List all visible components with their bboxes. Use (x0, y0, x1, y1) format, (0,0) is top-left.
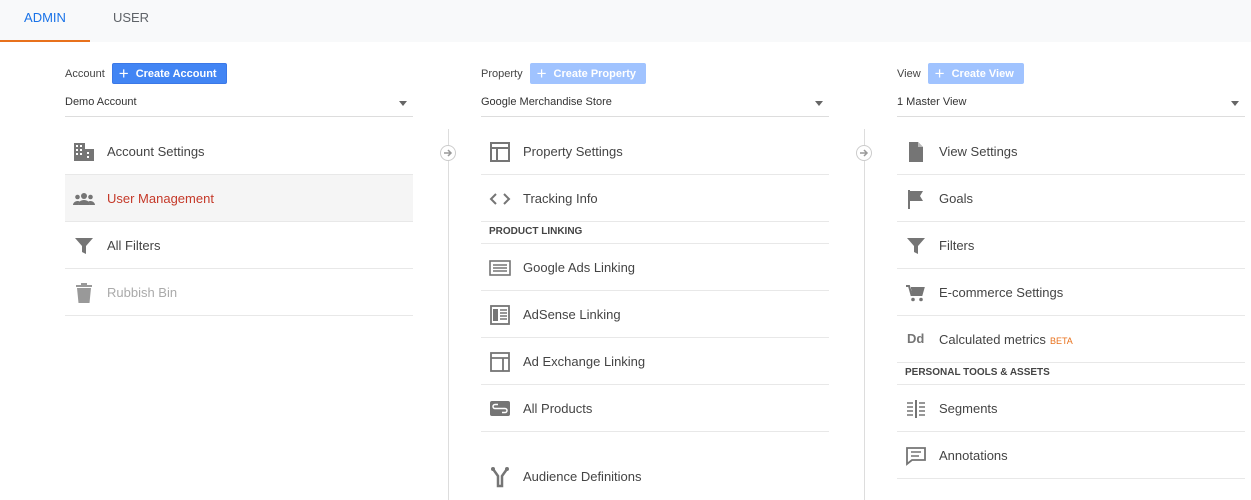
all-products-label: All Products (523, 401, 593, 416)
document-icon (909, 142, 923, 162)
column-divider (864, 129, 865, 500)
ad-exchange-linking-label: Ad Exchange Linking (523, 354, 646, 369)
account-column: Account + Create Account Demo Account Ac… (65, 42, 413, 500)
view-column: View + Create View 1 Master View View Se… (897, 42, 1245, 500)
ecommerce-settings-label: E-commerce Settings (939, 285, 1064, 300)
plus-icon: + (934, 64, 945, 83)
property-label: Property (481, 67, 523, 80)
property-menu: Property Settings Tracking Info PRODUCT … (481, 128, 829, 500)
personal-tools-header: PERSONAL TOOLS & ASSETS (897, 363, 1245, 385)
tab-admin[interactable]: ADMIN (0, 0, 90, 42)
property-header: Property + Create Property (481, 63, 647, 84)
chevron-down-icon (399, 101, 407, 106)
all-filters-label: All Filters (107, 238, 161, 253)
account-selector-value: Demo Account (65, 96, 137, 108)
property-settings-item[interactable]: Property Settings (481, 128, 829, 175)
building-icon (74, 143, 94, 161)
adexchange-icon (490, 352, 510, 372)
all-filters-item[interactable]: All Filters (65, 222, 413, 269)
user-management-label: User Management (107, 191, 214, 206)
layout-icon (490, 142, 510, 162)
view-header: View + Create View (897, 63, 1024, 84)
beta-badge: BETA (1049, 336, 1073, 346)
calculated-metrics-text: Calculated metrics BETA (939, 332, 1073, 347)
filter-icon (75, 238, 93, 254)
link-icon (490, 401, 510, 416)
audience-definitions-label: Audience Definitions (523, 469, 642, 484)
people-icon (73, 193, 95, 205)
product-linking-header: PRODUCT LINKING (481, 222, 829, 244)
create-view-button[interactable]: + Create View (927, 63, 1024, 84)
personal-tools-title: PERSONAL TOOLS & ASSETS (905, 367, 1050, 378)
rubbish-bin-label: Rubbish Bin (107, 285, 178, 300)
code-icon (489, 193, 511, 205)
tracking-info-item[interactable]: Tracking Info (481, 175, 829, 222)
view-menu: View Settings Goals Filters E-commerce S… (897, 128, 1245, 479)
ads-icon (489, 260, 511, 276)
adsense-linking-label: AdSense Linking (523, 307, 621, 322)
goals-item[interactable]: Goals (897, 175, 1245, 222)
filters-label: Filters (939, 238, 975, 253)
create-property-label: Create Property (553, 67, 637, 80)
dd-icon: Dd (907, 331, 925, 346)
calculated-metrics-label: Calculated metrics (939, 332, 1046, 347)
calculated-metrics-item[interactable]: Dd Calculated metrics BETA (897, 316, 1245, 363)
account-selector[interactable]: Demo Account (65, 94, 413, 117)
create-property-button[interactable]: + Create Property (529, 63, 647, 84)
account-header: Account + Create Account (65, 63, 227, 84)
chevron-down-icon (815, 101, 823, 106)
tab-user[interactable]: USER (90, 0, 172, 42)
adsense-icon (490, 305, 510, 325)
ad-exchange-linking-item[interactable]: Ad Exchange Linking (481, 338, 829, 385)
account-menu: Account Settings User Management All Fil… (65, 128, 413, 316)
cart-icon (906, 285, 925, 302)
segments-item[interactable]: Segments (897, 385, 1245, 432)
audience-definitions-item[interactable]: Audience Definitions (481, 432, 829, 500)
user-management-item[interactable]: User Management (65, 175, 413, 222)
flag-icon (908, 190, 923, 209)
trash-icon (76, 283, 92, 303)
create-view-label: Create View (951, 67, 1014, 80)
top-tab-bar: ADMIN USER (0, 0, 1251, 42)
account-settings-label: Account Settings (107, 144, 205, 159)
view-settings-label: View Settings (939, 144, 1018, 159)
comment-icon (906, 447, 926, 466)
plus-icon: + (118, 64, 129, 83)
account-settings-item[interactable]: Account Settings (65, 128, 413, 175)
product-linking-title: PRODUCT LINKING (489, 226, 583, 237)
arrow-right-icon (856, 145, 872, 161)
google-ads-linking-label: Google Ads Linking (523, 260, 636, 275)
ecommerce-settings-item[interactable]: E-commerce Settings (897, 269, 1245, 316)
create-account-label: Create Account (135, 67, 217, 80)
plus-icon: + (536, 64, 547, 83)
google-ads-linking-item[interactable]: Google Ads Linking (481, 244, 829, 291)
view-settings-item[interactable]: View Settings (897, 128, 1245, 175)
view-selector-value: 1 Master View (897, 96, 967, 108)
view-label: View (897, 67, 921, 80)
view-selector[interactable]: 1 Master View (897, 94, 1245, 117)
tracking-info-label: Tracking Info (523, 191, 598, 206)
rubbish-bin-item[interactable]: Rubbish Bin (65, 269, 413, 316)
goals-label: Goals (939, 191, 973, 206)
segments-label: Segments (939, 401, 998, 416)
all-products-item[interactable]: All Products (481, 385, 829, 432)
audience-icon (491, 467, 509, 488)
column-divider (448, 129, 449, 500)
property-settings-label: Property Settings (523, 144, 623, 159)
property-column: Property + Create Property Google Mercha… (481, 42, 829, 500)
arrow-right-icon (440, 145, 456, 161)
property-selector[interactable]: Google Merchandise Store (481, 94, 829, 117)
filters-item[interactable]: Filters (897, 222, 1245, 269)
chevron-down-icon (1231, 101, 1239, 106)
annotations-item[interactable]: Annotations (897, 432, 1245, 479)
property-selector-value: Google Merchandise Store (481, 96, 612, 108)
create-account-button[interactable]: + Create Account (111, 63, 227, 84)
annotations-label: Annotations (939, 448, 1008, 463)
filter-icon (907, 238, 925, 254)
adsense-linking-item[interactable]: AdSense Linking (481, 291, 829, 338)
segments-icon (907, 400, 925, 418)
account-label: Account (65, 67, 105, 80)
